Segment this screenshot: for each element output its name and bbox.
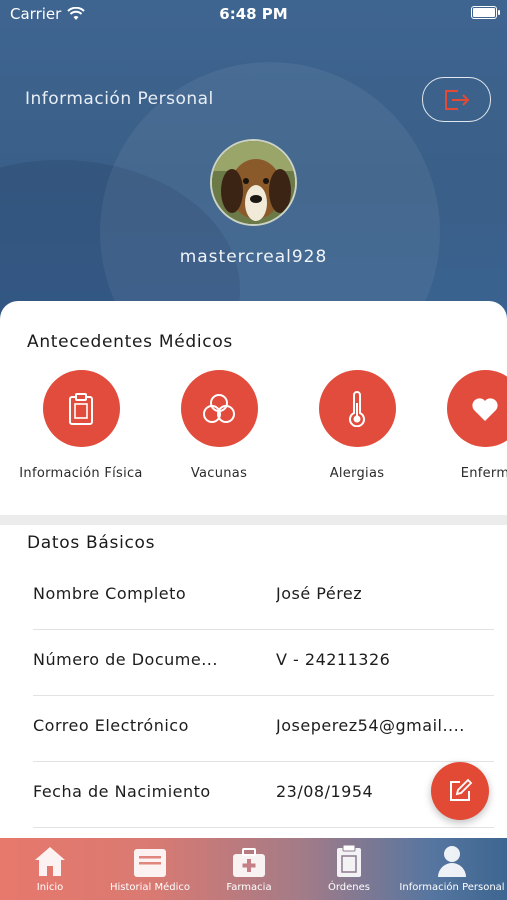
thermometer-icon: [349, 390, 365, 427]
row-key: Nombre Completo: [33, 584, 187, 603]
row-key: Correo Electrónico: [33, 716, 189, 735]
dog-photo: [212, 141, 295, 224]
card-physical-info[interactable]: Información Física: [11, 370, 151, 487]
card-diseases[interactable]: Enferm: [415, 370, 507, 487]
data-row-document-number: Número de Docume... V - 24211326: [33, 630, 494, 696]
tab-medical-history[interactable]: Historial Médico: [106, 838, 194, 900]
physical-info-button[interactable]: [42, 370, 120, 447]
home-icon: [35, 847, 65, 876]
carousel-overflow: Enferm: [415, 370, 507, 510]
logout-button[interactable]: [422, 77, 491, 122]
card-label: Información Física: [19, 466, 143, 481]
clipboard-icon: [69, 392, 93, 425]
tab-pharmacy[interactable]: Farmacia: [209, 838, 289, 900]
row-key: Fecha de Nacimiento: [33, 782, 211, 801]
row-key: Número de Docume...: [33, 650, 218, 669]
tab-label: Farmacia: [226, 882, 272, 893]
avatar[interactable]: [210, 139, 297, 226]
status-bar: Carrier 6:48 PM: [0, 0, 507, 28]
profile-header: Carrier 6:48 PM Información Personal mas…: [0, 0, 507, 330]
allergies-button[interactable]: [318, 370, 396, 447]
medical-record-icon: [134, 849, 166, 877]
section-divider: [0, 515, 507, 525]
tab-label: Información Personal: [399, 882, 505, 893]
tab-label: Órdenes: [327, 882, 370, 893]
vaccines-button[interactable]: [180, 370, 258, 447]
section-title-basic-data: Datos Básicos: [27, 533, 156, 553]
page-title: Información Personal: [25, 89, 214, 109]
vaccine-rings-icon: [203, 393, 235, 423]
tab-personal-info[interactable]: Información Personal: [399, 838, 505, 900]
card-vaccines[interactable]: Vacunas: [149, 370, 289, 487]
tab-orders[interactable]: Órdenes: [309, 838, 389, 900]
edit-icon: [450, 778, 473, 801]
row-value: José Pérez: [276, 584, 363, 603]
tab-home[interactable]: Inicio: [10, 838, 90, 900]
row-value: Joseperez54@gmail....: [276, 716, 465, 735]
tab-bar: Inicio Historial Médico Farmacia Órdenes…: [0, 838, 507, 900]
row-value: V - 24211326: [276, 650, 391, 669]
card-allergies[interactable]: Alergias: [287, 370, 427, 487]
diseases-button[interactable]: [446, 370, 507, 447]
heart-icon: [472, 397, 498, 421]
person-icon: [438, 846, 466, 877]
battery-icon: [471, 6, 500, 19]
clock: 6:48 PM: [219, 5, 288, 23]
username: mastercreal928: [179, 247, 328, 267]
tab-label: Inicio: [36, 882, 64, 893]
section-title-medical-history: Antecedentes Médicos: [27, 332, 233, 352]
card-label: Enferm: [460, 466, 507, 481]
card-label: Alergias: [329, 466, 385, 481]
data-row-full-name: Nombre Completo José Pérez: [33, 564, 494, 630]
data-row-email: Correo Electrónico Joseperez54@gmail....: [33, 696, 494, 762]
edit-button[interactable]: [431, 762, 489, 820]
clipboard-icon: [337, 844, 361, 877]
data-row-birth-date: Fecha de Nacimiento 23/08/1954: [33, 762, 494, 828]
card-label: Vacunas: [190, 466, 248, 481]
first-aid-kit-icon: [233, 848, 265, 877]
tab-label: Historial Médico: [109, 882, 191, 893]
logout-icon: [444, 89, 469, 110]
